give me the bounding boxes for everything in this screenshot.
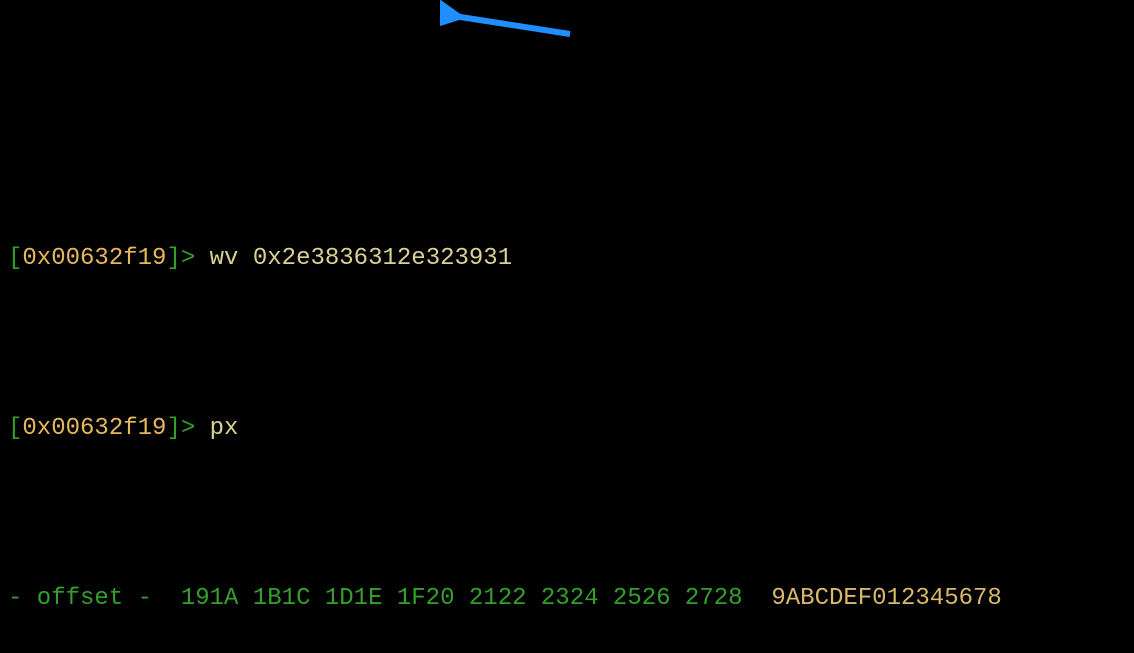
- terminal-output[interactable]: [0x00632f19]> wv 0x2e3836312e323931 [0x0…: [0, 0, 1134, 653]
- command-text: px: [210, 415, 239, 442]
- hexdump-header: - offset - 191A 1B1C 1D1E 1F20 2122 2324…: [8, 582, 1126, 616]
- prompt-line: [0x00632f19]> wv 0x2e3836312e323931: [8, 242, 1126, 276]
- command-text: wv 0x2e3836312e323931: [210, 245, 512, 272]
- prompt-line: [0x00632f19]> px: [8, 412, 1126, 446]
- annotation-arrow-icon: [440, 0, 580, 44]
